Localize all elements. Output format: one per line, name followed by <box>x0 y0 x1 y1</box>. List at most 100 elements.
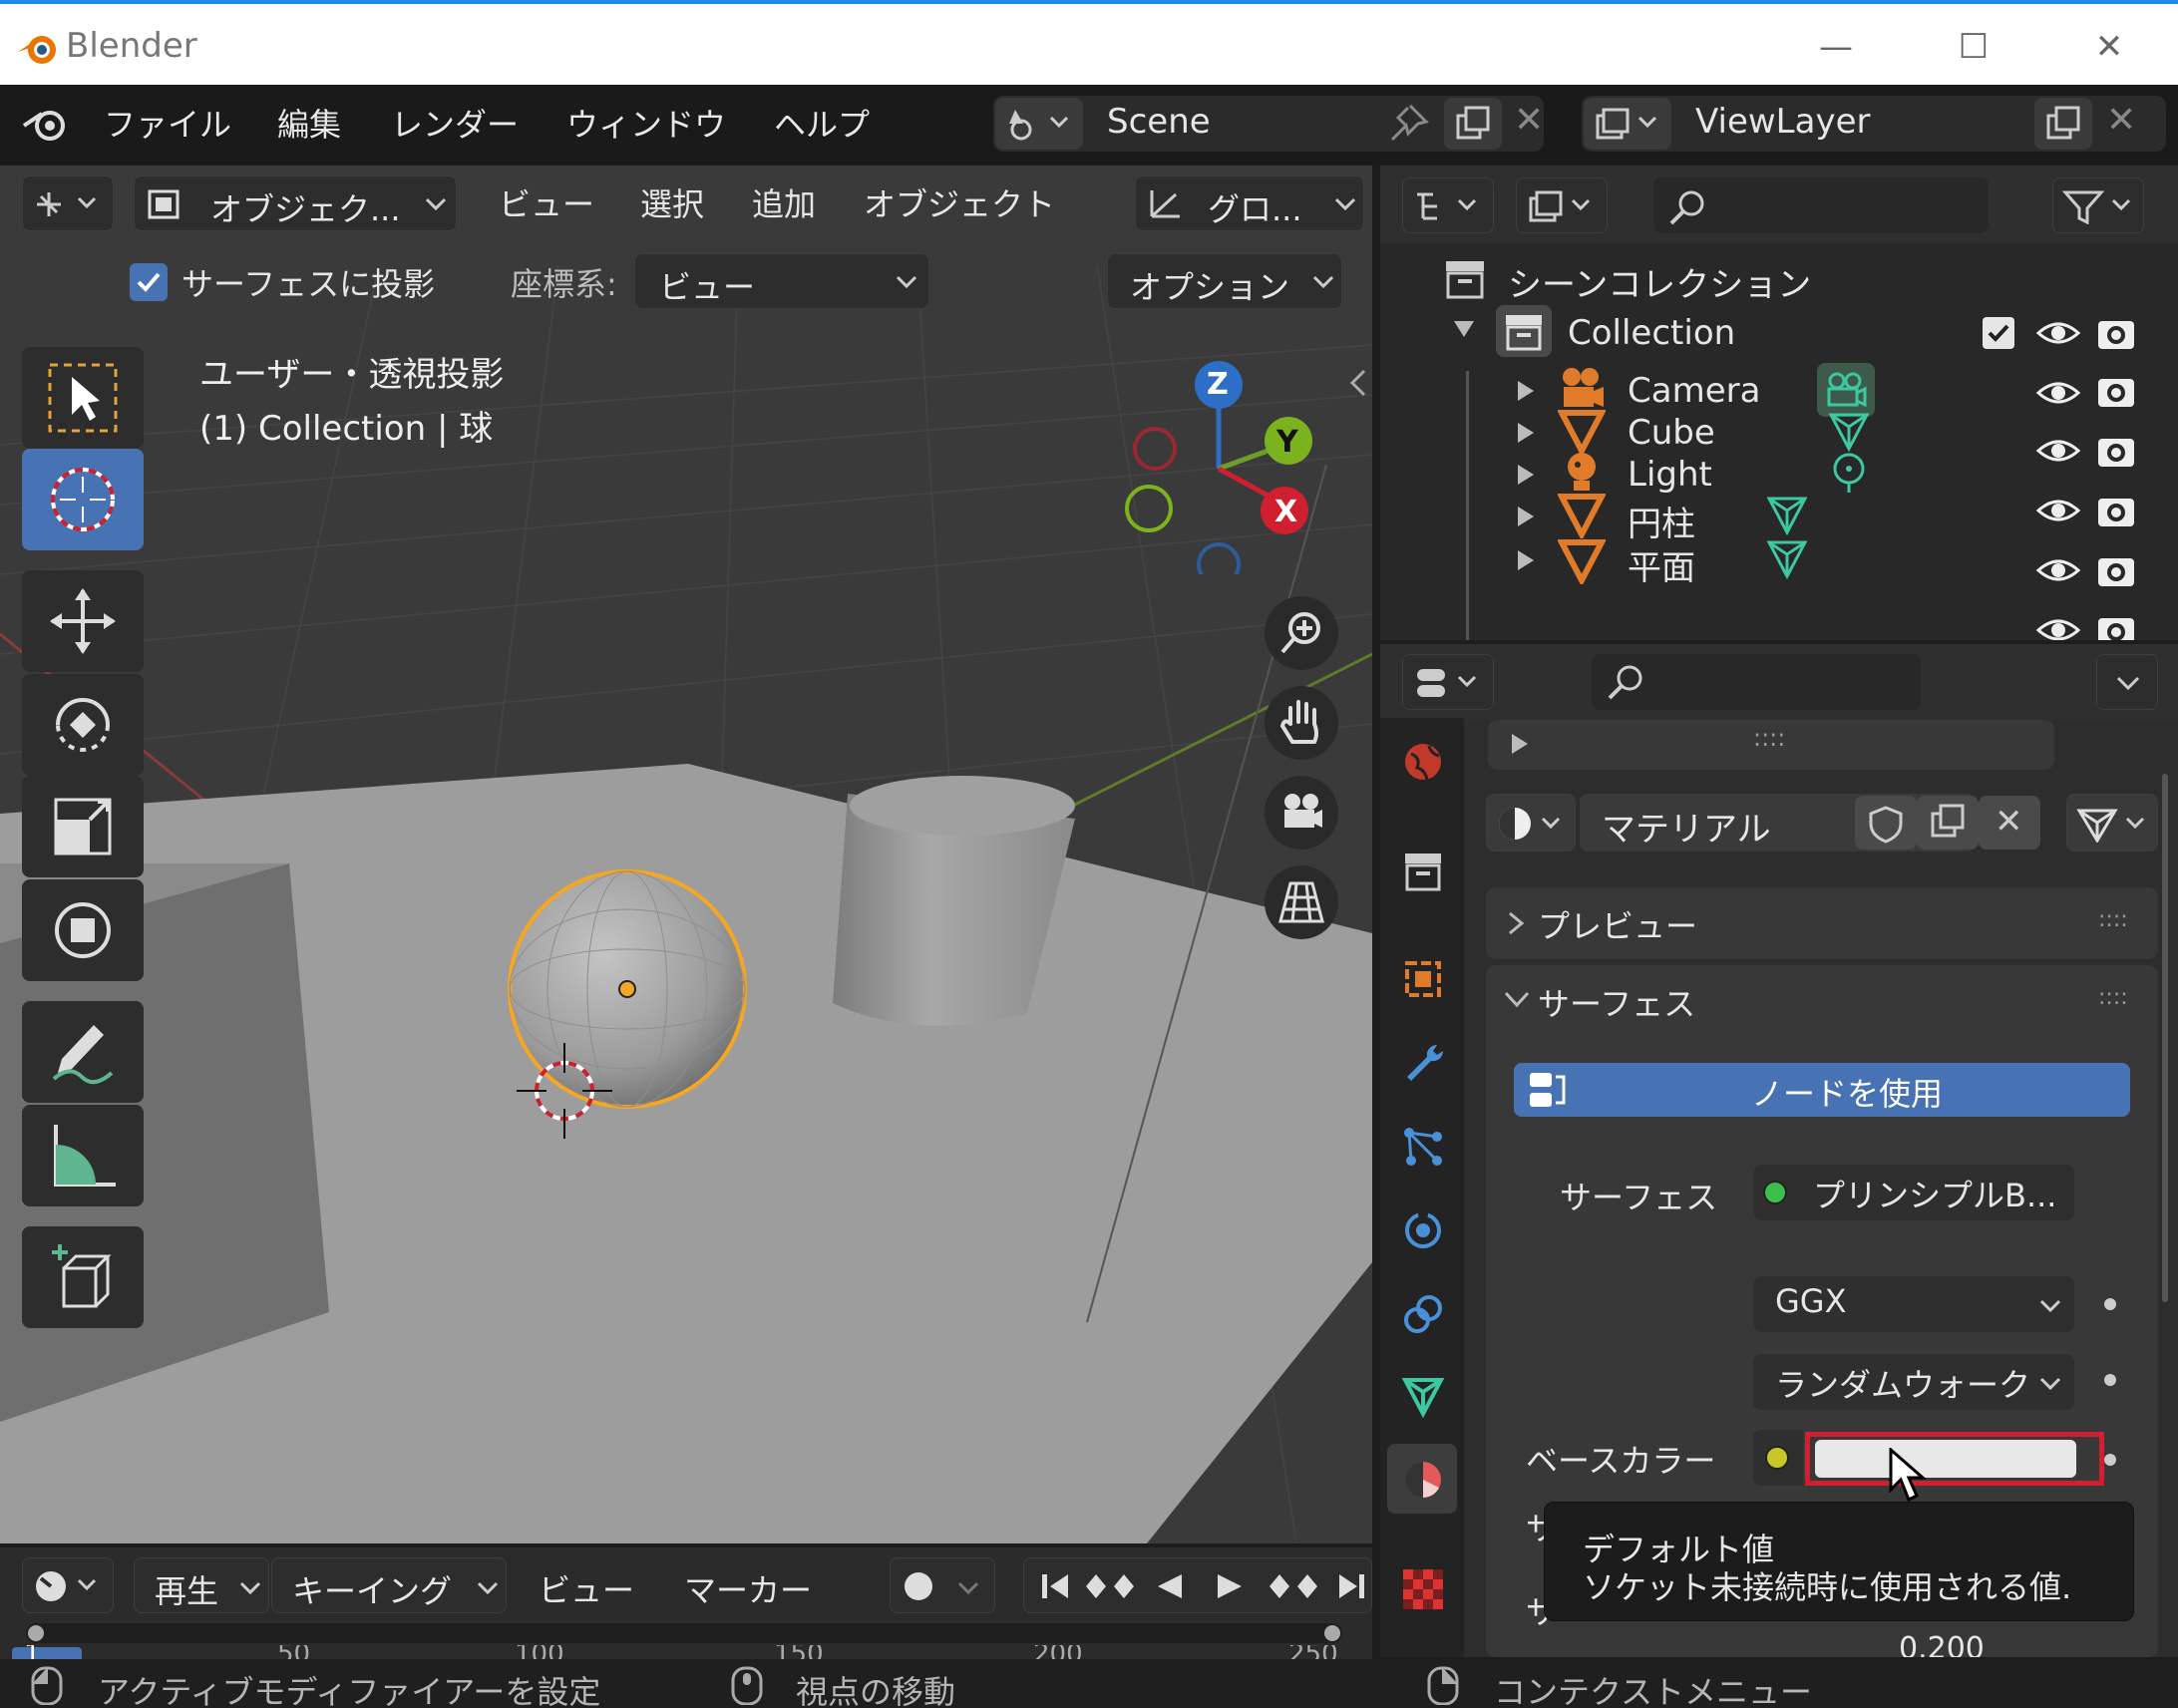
keying-menu[interactable]: キーイング <box>271 1557 507 1613</box>
new-scene-button[interactable] <box>1444 98 1502 150</box>
link-target-button[interactable] <box>2066 794 2158 852</box>
tab-data[interactable] <box>1387 1360 1457 1430</box>
viewport-menu-add[interactable]: 追加 <box>752 179 816 225</box>
tab-particles[interactable] <box>1387 1111 1457 1181</box>
editor-type-button[interactable] <box>22 175 114 231</box>
pin-icon[interactable] <box>1386 102 1430 146</box>
outliner-editor-type-button[interactable] <box>1402 177 1494 233</box>
animate-property-dot[interactable] <box>2104 1298 2116 1310</box>
tab-world[interactable] <box>1387 726 1457 796</box>
timeline-ruler[interactable]: 1 50 100 150 200 250 <box>0 1645 1372 1659</box>
play-reverse-icon[interactable] <box>1152 1570 1188 1602</box>
add-cube-tool[interactable] <box>22 1226 144 1328</box>
tab-collection[interactable] <box>1387 836 1457 905</box>
outliner-search-input[interactable] <box>1653 177 1989 233</box>
viewlayer-name[interactable]: ViewLayer <box>1695 102 1870 142</box>
mesh-data-icon[interactable] <box>1827 409 1871 453</box>
eye-icon[interactable] <box>2034 552 2082 588</box>
distribution-select[interactable]: GGX <box>1753 1276 2074 1332</box>
eye-icon[interactable] <box>2034 375 2082 411</box>
eye-icon[interactable] <box>2034 612 2082 640</box>
fake-user-button[interactable] <box>1855 796 1917 850</box>
select-box-tool[interactable] <box>22 347 144 449</box>
outliner-item-cube[interactable]: Cube <box>1628 413 1715 453</box>
expand-triangle-icon[interactable] <box>1514 548 1538 572</box>
base-color-socket-button[interactable] <box>1753 1430 1803 1486</box>
base-color-swatch[interactable] <box>1815 1440 2076 1478</box>
eye-icon[interactable] <box>2034 493 2082 528</box>
coord-system-select[interactable]: ビュー <box>634 253 929 309</box>
tab-texture[interactable] <box>1387 1553 1457 1623</box>
menu-file[interactable]: ファイル <box>104 100 231 146</box>
sidebar-toggle-icon[interactable] <box>1348 367 1368 399</box>
outliner[interactable]: シーンコレクション Collection Camera Cube Light 円… <box>1380 166 2178 640</box>
next-keyframe-icon[interactable] <box>1268 1570 1319 1602</box>
camera-view-button[interactable] <box>1265 776 1338 850</box>
menu-render[interactable]: レンダー <box>391 100 519 146</box>
expand-triangle-icon[interactable] <box>1514 463 1538 487</box>
zoom-button[interactable] <box>1265 596 1338 670</box>
render-camera-icon[interactable] <box>2094 550 2138 590</box>
viewport-menu-select[interactable]: 選択 <box>640 179 704 225</box>
prev-keyframe-icon[interactable] <box>1084 1570 1136 1602</box>
blender-menu-icon[interactable] <box>20 102 72 146</box>
menu-edit[interactable]: 編集 <box>277 100 341 146</box>
annotate-tool[interactable] <box>22 1001 144 1103</box>
options-dropdown[interactable]: オプション <box>1107 253 1342 309</box>
chevron-down-icon[interactable] <box>1502 989 1532 1011</box>
tab-modifiers[interactable] <box>1387 1027 1457 1097</box>
render-camera-icon[interactable] <box>2094 491 2138 530</box>
render-camera-icon[interactable] <box>2094 313 2138 353</box>
scene-name[interactable]: Scene <box>1107 102 1211 142</box>
mesh-data-icon[interactable] <box>1765 493 1809 536</box>
outliner-collection[interactable]: Collection <box>1568 313 1735 353</box>
viewport-menu-object[interactable]: オブジェクト <box>864 179 1055 225</box>
delete-scene-icon[interactable]: ✕ <box>1514 100 1544 141</box>
viewport-menu-view[interactable]: ビュー <box>499 179 594 225</box>
timeline-editor[interactable]: 再生 キーイング ビュー マーカー 1 50 100 150 200 250 <box>0 1547 1372 1659</box>
expand-triangle-icon[interactable] <box>1514 421 1538 445</box>
animate-property-dot[interactable] <box>2104 1454 2116 1466</box>
scene-browse-button[interactable] <box>995 98 1083 150</box>
mesh-data-icon[interactable] <box>1765 536 1809 580</box>
minimize-button[interactable]: — <box>1801 22 1871 72</box>
jump-start-icon[interactable] <box>1038 1570 1074 1602</box>
properties-editor-type-button[interactable] <box>1402 654 1494 710</box>
preview-section[interactable]: プレビュー :::: <box>1486 887 2158 959</box>
mode-selector[interactable]: オブジェク... <box>134 175 457 231</box>
timeline-menu-marker[interactable]: マーカー <box>684 1565 812 1611</box>
tab-physics[interactable] <box>1387 1195 1457 1264</box>
tab-material[interactable] <box>1387 1444 1457 1514</box>
collection-exclude-checkbox[interactable] <box>1983 317 2014 349</box>
light-data-icon[interactable] <box>1827 451 1871 495</box>
outliner-item-camera[interactable]: Camera <box>1628 371 1760 411</box>
outliner-item-light[interactable]: Light <box>1628 455 1712 495</box>
current-frame-indicator[interactable] <box>12 1647 82 1659</box>
cursor-tool[interactable] <box>22 449 144 550</box>
rotate-tool[interactable] <box>22 674 144 776</box>
delete-viewlayer-icon[interactable]: ✕ <box>2106 100 2136 141</box>
auto-keying-toggle[interactable] <box>890 1557 995 1613</box>
material-browse-button[interactable] <box>1486 794 1576 852</box>
render-camera-icon[interactable] <box>2094 610 2138 640</box>
properties-search-input[interactable] <box>1592 654 1921 710</box>
animate-property-dot[interactable] <box>2104 1374 2116 1386</box>
pan-button[interactable] <box>1265 686 1338 760</box>
menu-window[interactable]: ウィンドウ <box>566 100 726 146</box>
new-viewlayer-button[interactable] <box>2034 98 2092 150</box>
use-nodes-button[interactable]: ノードを使用 <box>1514 1063 2130 1117</box>
close-window-button[interactable]: ✕ <box>2074 22 2144 72</box>
expand-triangle-icon[interactable] <box>1514 379 1538 403</box>
menu-help[interactable]: ヘルプ <box>774 100 870 146</box>
subsurface-method-select[interactable]: ランダムウォーク <box>1753 1354 2074 1410</box>
tab-object[interactable] <box>1387 943 1457 1013</box>
perspective-toggle-button[interactable] <box>1265 865 1338 939</box>
tab-constraints[interactable] <box>1387 1278 1457 1348</box>
expand-triangle-icon[interactable] <box>1514 505 1538 528</box>
move-tool[interactable] <box>22 570 144 672</box>
collapse-triangle-icon[interactable] <box>1452 317 1476 341</box>
transform-orientation-selector[interactable]: グロ... <box>1135 175 1364 231</box>
playback-menu[interactable]: 再生 <box>134 1557 269 1613</box>
outliner-filter-button[interactable] <box>2052 177 2144 233</box>
3d-viewport[interactable]: オブジェク... ビュー 選択 追加 オブジェクト グロ... サーフェスに投影… <box>0 166 1372 1543</box>
